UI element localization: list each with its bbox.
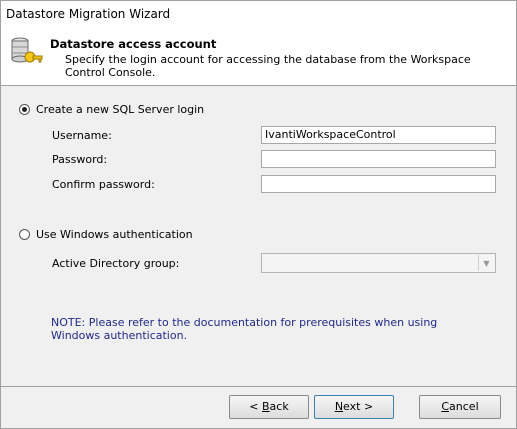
header-description: Specify the login account for accessing …	[65, 53, 471, 79]
password-field[interactable]	[261, 150, 496, 168]
sql-login-radio[interactable]: Create a new SQL Server login	[19, 103, 204, 116]
note-text: NOTE: Please refer to the documentation …	[51, 316, 438, 342]
ad-group-label: Active Directory group:	[52, 257, 180, 270]
windows-auth-radio[interactable]: Use Windows authentication	[19, 228, 193, 241]
cancel-button-accesskey: C	[441, 400, 450, 413]
username-field[interactable]: IvantiWorkspaceControl	[261, 126, 496, 144]
radio-checked-icon[interactable]	[19, 104, 30, 115]
footer-divider	[1, 386, 516, 387]
windows-auth-radio-label[interactable]: Use Windows authentication	[36, 228, 193, 241]
header-title: Datastore access account	[50, 37, 217, 51]
confirm-password-label: Confirm password:	[52, 178, 155, 191]
back-button-label: ack	[269, 400, 289, 413]
window-title: Datastore Migration Wizard	[6, 7, 171, 21]
next-button-label: ext >	[343, 400, 374, 413]
password-label: Password:	[52, 153, 108, 166]
title-bar: Datastore Migration Wizard	[1, 1, 516, 27]
back-button[interactable]: < Back	[229, 395, 309, 419]
next-button[interactable]: Next >	[314, 395, 394, 419]
ad-group-dropdown[interactable]: ▼	[261, 253, 496, 273]
confirm-password-field[interactable]	[261, 175, 496, 193]
database-key-icon	[11, 37, 43, 63]
cancel-button[interactable]: Cancel	[419, 395, 501, 419]
wizard-header: Datastore access account Specify the log…	[1, 27, 516, 86]
wizard-window: Datastore Migration Wizard Datastore acc…	[0, 0, 517, 429]
sql-login-radio-label[interactable]: Create a new SQL Server login	[36, 103, 204, 116]
chevron-down-icon[interactable]: ▼	[478, 255, 494, 271]
radio-unchecked-icon[interactable]	[19, 229, 30, 240]
username-label: Username:	[52, 129, 112, 142]
next-button-accesskey: N	[334, 400, 344, 413]
back-button-accesskey: B	[262, 400, 270, 413]
back-button-prefix: <	[249, 400, 262, 413]
cancel-button-label: ancel	[449, 400, 479, 413]
